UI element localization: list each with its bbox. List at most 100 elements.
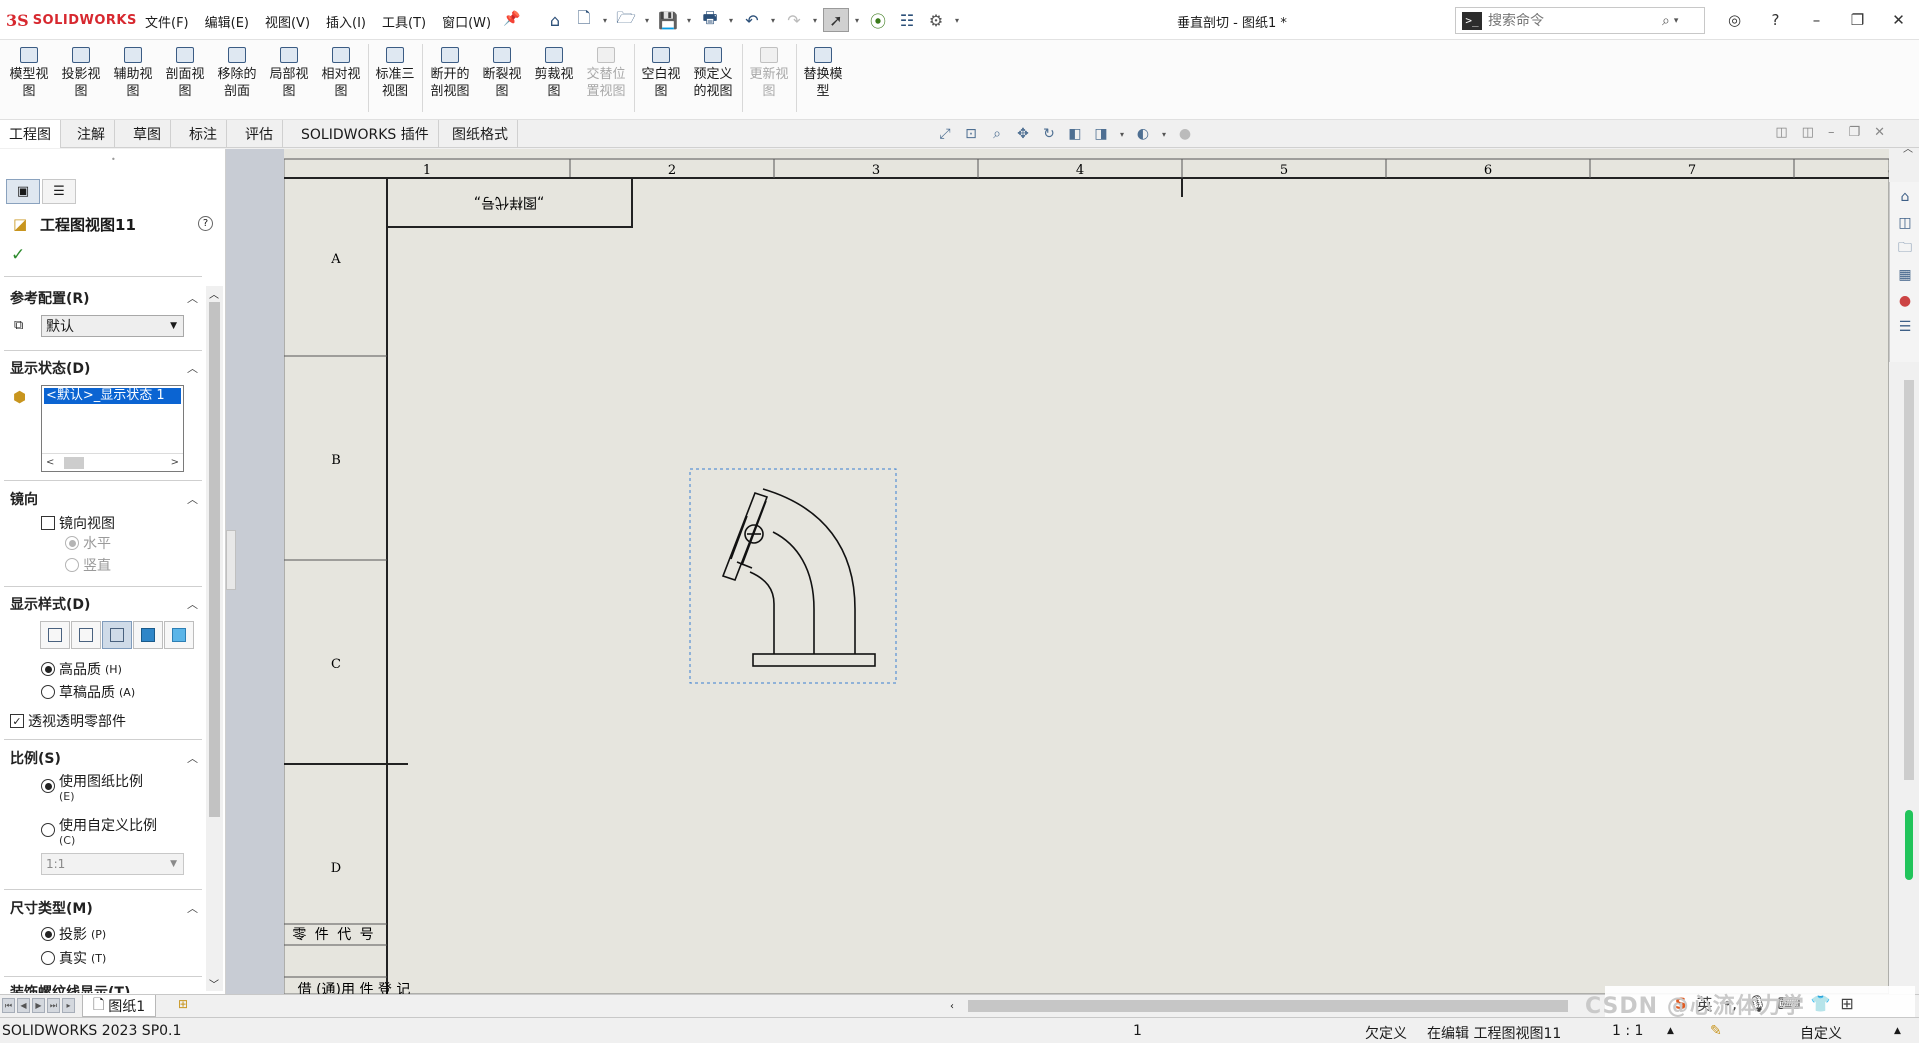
tile-left-icon[interactable]: ◫: [1775, 125, 1787, 140]
options-dropdown-icon[interactable]: ▾: [952, 16, 962, 25]
auxiliary-view-button[interactable]: 辅助视图: [108, 44, 158, 100]
alternate-position-view-button[interactable]: 交替位置视图: [581, 44, 631, 100]
horizontal-radio[interactable]: [65, 536, 79, 550]
save-icon[interactable]: 💾: [655, 8, 681, 32]
empty-view-button[interactable]: 空白视图: [636, 44, 686, 100]
property-manager-tab-icon[interactable]: ▣: [6, 179, 40, 204]
section-mirror[interactable]: 镜向: [10, 489, 38, 509]
use-sheet-scale-radio[interactable]: [41, 779, 55, 793]
scroll-thumb[interactable]: [64, 457, 84, 469]
panel-help-icon[interactable]: ?: [198, 216, 213, 231]
redo-icon[interactable]: ↷: [781, 8, 807, 32]
true-radio[interactable]: [41, 951, 55, 965]
mirror-view-option[interactable]: 镜向视图: [41, 513, 115, 533]
file-properties-icon[interactable]: ☷: [894, 8, 920, 32]
list-item[interactable]: <默认>_显示状态 1: [44, 388, 181, 404]
search-icon[interactable]: ⌕: [1662, 13, 1670, 29]
ime-grid-icon[interactable]: ⊞: [1840, 994, 1853, 1013]
draft-quality-radio[interactable]: [41, 685, 55, 699]
tab-annotation[interactable]: 注解: [68, 120, 115, 148]
panel-vscrollbar[interactable]: ︿ ﹀: [206, 286, 223, 991]
removed-section-button[interactable]: 移除的剖面: [212, 44, 262, 100]
hide-show-items-icon[interactable]: ◐: [1133, 124, 1153, 144]
transparent-components-checkbox[interactable]: ✓: [10, 714, 24, 728]
predefined-view-button[interactable]: 预定义的视图: [688, 44, 738, 100]
restore-button[interactable]: ❐: [1837, 6, 1878, 34]
undo-icon[interactable]: ↶: [739, 8, 765, 32]
tab-solidworks-addins[interactable]: SOLIDWORKS 插件: [292, 120, 439, 148]
panel-resize-handle[interactable]: [226, 530, 236, 590]
broken-out-section-button[interactable]: 断开的剖视图: [425, 44, 475, 100]
projected-view-button[interactable]: 投影视图: [56, 44, 106, 100]
pan-icon[interactable]: ✥: [1013, 124, 1033, 144]
new-document-icon[interactable]: 🗋: [571, 8, 597, 32]
display-style-icon[interactable]: ◨: [1091, 124, 1111, 144]
units-up-caret-icon[interactable]: ▲: [1894, 1026, 1901, 1036]
tab-evaluate[interactable]: 评估: [236, 120, 283, 148]
list-hscrollbar[interactable]: < >: [42, 453, 183, 471]
collapse-caret-icon[interactable]: ︿: [187, 750, 198, 766]
canvas-vscrollbar[interactable]: [1902, 370, 1916, 995]
true-option[interactable]: 真实 (T): [41, 948, 106, 968]
new-dropdown-icon[interactable]: ▾: [600, 16, 610, 25]
undo-dropdown-icon[interactable]: ▾: [768, 16, 778, 25]
appearances-icon[interactable]: ●: [1894, 290, 1916, 312]
file-explorer-icon[interactable]: 🗀: [1894, 238, 1916, 260]
display-state-list[interactable]: <默认>_显示状态 1 < >: [41, 385, 184, 472]
section-dimension-type[interactable]: 尺寸类型(M): [10, 898, 93, 918]
appearance-icon[interactable]: ●: [1175, 124, 1195, 144]
zoom-to-fit-icon[interactable]: ⤢: [935, 124, 955, 144]
close-button[interactable]: ✕: [1878, 6, 1919, 34]
scroll-left-icon[interactable]: ‹: [950, 1001, 954, 1012]
select-pointer-icon[interactable]: ➚: [823, 8, 849, 32]
redo-dropdown-icon[interactable]: ▾: [810, 16, 820, 25]
custom-properties-icon[interactable]: ☰: [1894, 316, 1916, 338]
sheet-nav-icon[interactable]: ▸: [62, 998, 75, 1013]
feature-tree-tab-icon[interactable]: ☰: [42, 179, 76, 204]
model-view-button[interactable]: 模型视图: [4, 44, 54, 100]
tab-sheet-format[interactable]: 图纸格式: [443, 120, 518, 148]
projected-radio[interactable]: [41, 927, 55, 941]
open-folder-icon[interactable]: 🗁: [613, 8, 639, 32]
reference-configuration-select[interactable]: 默认 ▼: [41, 315, 184, 337]
user-account-icon[interactable]: ◎: [1714, 6, 1755, 34]
collapse-caret-icon[interactable]: ︿: [187, 491, 198, 507]
collapse-caret-icon[interactable]: ︿: [187, 290, 198, 306]
prev-sheet-icon[interactable]: ◀: [17, 998, 30, 1013]
search-dropdown-icon[interactable]: ▾: [1674, 16, 1679, 26]
tab-sketch[interactable]: 草图: [124, 120, 171, 148]
tab-drawing[interactable]: 工程图: [0, 120, 61, 148]
relative-view-button[interactable]: 相对视图: [316, 44, 366, 100]
open-dropdown-icon[interactable]: ▾: [642, 16, 652, 25]
status-units[interactable]: 自定义: [1800, 1023, 1842, 1043]
mirror-horizontal-option[interactable]: 水平: [65, 533, 111, 553]
menu-file[interactable]: 文件(F): [145, 12, 189, 31]
rebuild-traffic-light-icon[interactable]: ⦿: [865, 8, 891, 32]
first-sheet-icon[interactable]: ⏮: [2, 998, 15, 1013]
status-scale[interactable]: 1 : 1: [1612, 1023, 1643, 1039]
custom-scale-select[interactable]: 1:1 ▼: [41, 853, 184, 875]
menu-insert[interactable]: 插入(I): [326, 12, 366, 31]
help-icon[interactable]: ?: [1755, 6, 1796, 34]
search-box[interactable]: >_ ⌕ ▾: [1455, 7, 1705, 34]
rotate-icon[interactable]: ↻: [1039, 124, 1059, 144]
scale-up-caret-icon[interactable]: ▲: [1667, 1026, 1674, 1036]
scroll-thumb[interactable]: [968, 1000, 1568, 1012]
save-dropdown-icon[interactable]: ▾: [684, 16, 694, 25]
use-custom-scale-option[interactable]: 使用自定义比例 (C): [41, 815, 157, 847]
ok-check-button[interactable]: ✓: [11, 245, 25, 265]
doc-restore-button[interactable]: ❐: [1848, 125, 1860, 140]
collapse-caret-icon[interactable]: ︿: [187, 360, 198, 376]
menu-edit[interactable]: 编辑(E): [205, 12, 249, 31]
shaded-button[interactable]: [164, 621, 194, 649]
tile-right-icon[interactable]: ◫: [1802, 125, 1814, 140]
select-dropdown-icon[interactable]: ▾: [852, 16, 862, 25]
break-view-button[interactable]: 断裂视图: [477, 44, 527, 100]
scroll-up-icon[interactable]: ︿: [209, 286, 219, 301]
crop-view-button[interactable]: 剪裁视图: [529, 44, 579, 100]
vertical-radio[interactable]: [65, 558, 79, 572]
section-display-state[interactable]: 显示状态(D): [10, 358, 90, 378]
zoom-in-out-icon[interactable]: ⌕: [987, 124, 1007, 144]
replace-model-button[interactable]: 替换模型: [798, 44, 848, 100]
update-view-button[interactable]: 更新视图: [744, 44, 794, 100]
